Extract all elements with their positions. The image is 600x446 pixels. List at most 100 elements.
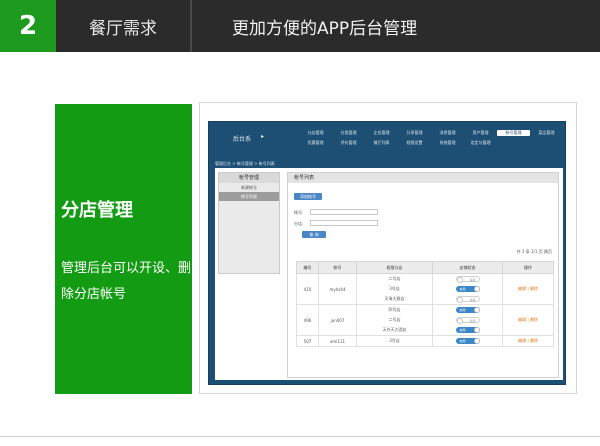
section-title: 餐厅需求 bbox=[89, 18, 157, 39]
cell-status: 启用 停用 启用 bbox=[432, 304, 503, 336]
column-header-actions[interactable]: 操作 bbox=[502, 261, 554, 274]
toggle-label: 启用 bbox=[459, 287, 466, 291]
status-line: 停用 bbox=[433, 315, 502, 325]
edit-link[interactable]: 编辑 bbox=[518, 317, 526, 322]
nav-item[interactable]: 消息管理 bbox=[431, 130, 464, 136]
section-number: 2 bbox=[0, 0, 56, 52]
cell-account: myhsit4 bbox=[318, 273, 357, 305]
nav-item[interactable]: 用户管理 bbox=[464, 130, 497, 136]
nav-item[interactable]: 帐号管理 bbox=[497, 130, 530, 136]
toggle-knob bbox=[473, 327, 480, 333]
status-line: 停用 bbox=[433, 274, 502, 284]
sidebar: 帐号管理 新建帐号 帐号列表 bbox=[218, 172, 280, 274]
cell-account: jun007 bbox=[318, 304, 357, 336]
add-account-button[interactable]: 添加帐号 bbox=[294, 193, 322, 200]
cell-id: 410 bbox=[296, 273, 319, 305]
status-line: 启用 bbox=[433, 336, 502, 346]
section-subtitle: 更加方便的APP后台管理 bbox=[232, 18, 418, 39]
accounts-table: 编号 帐号 权限分店 店铺状态 操作 410 myhsit4 二号店 3号店 天海大厨店… bbox=[296, 261, 554, 347]
status-toggle[interactable]: 启用 bbox=[455, 327, 480, 333]
sidebar-title: 帐号管理 bbox=[219, 173, 279, 183]
account-field[interactable] bbox=[310, 209, 378, 215]
sidebar-item-account-list[interactable]: 帐号列表 bbox=[219, 192, 279, 201]
toggle-knob bbox=[473, 286, 480, 292]
status-toggle[interactable]: 启用 bbox=[455, 307, 480, 313]
status-toggle[interactable]: 启用 bbox=[455, 338, 480, 344]
account-field-label: 帐号: bbox=[294, 210, 304, 215]
pagination[interactable]: 共 3 条 1/1 页 跳页 bbox=[517, 249, 552, 255]
sidebar-item-new-account[interactable]: 新建帐号 bbox=[219, 183, 279, 192]
perm-branch: 二号店 bbox=[388, 276, 401, 281]
status-line: 启用 bbox=[433, 284, 502, 294]
cell-status: 停用 启用 停用 bbox=[432, 273, 503, 305]
toggle-label: 启用 bbox=[459, 308, 466, 312]
cell-status: 启用 bbox=[432, 335, 503, 347]
nav-item[interactable]: 分店管理 bbox=[299, 130, 332, 136]
main-title: 帐号列表 bbox=[288, 173, 558, 183]
status-toggle[interactable]: 停用 bbox=[455, 296, 480, 303]
toggle-label: 停用 bbox=[469, 319, 476, 323]
edit-link[interactable]: 编辑 bbox=[518, 338, 526, 343]
delete-link[interactable]: 删除 bbox=[530, 317, 538, 322]
screenshot-frame: 后台系 ▸ 分店管理 分类管理 企业管理 分享管理 消息管理 用户管理 帐号管理 菜品管理 优惠… bbox=[199, 102, 577, 394]
edit-link[interactable]: 编辑 bbox=[518, 286, 526, 291]
toggle-knob bbox=[456, 297, 463, 303]
cell-actions: 编辑 | 删除 bbox=[502, 335, 554, 347]
branch-field-label: 分店: bbox=[294, 221, 304, 226]
delete-link[interactable]: 删除 bbox=[530, 338, 538, 343]
cell-account: ami111 bbox=[318, 335, 357, 347]
toggle-knob bbox=[456, 318, 463, 324]
admin-app: 后台系 ▸ 分店管理 分类管理 企业管理 分享管理 消息管理 用户管理 帐号管理 菜品管理 优惠… bbox=[208, 121, 566, 385]
table-row: 410 myhsit4 二号店 3号店 天海大厨店 停用 启用 停用 编辑 | 删除 bbox=[296, 273, 554, 305]
main-panel: 帐号列表 添加帐号 帐号: 分店: 查 询 共 3 条 1/1 页 跳页 编号 … bbox=[287, 172, 559, 378]
cell-actions: 编辑 | 删除 bbox=[502, 304, 554, 336]
toggle-knob bbox=[456, 277, 463, 283]
nav-item[interactable]: 分类管理 bbox=[332, 130, 365, 136]
feature-description: 管理后台可以开设、删除分店帐号 bbox=[61, 261, 192, 302]
status-toggle[interactable]: 停用 bbox=[455, 276, 480, 283]
nav-item[interactable]: 评价管理 bbox=[332, 140, 365, 146]
toggle-knob bbox=[473, 307, 480, 313]
content-area: 帐号管理 新建帐号 帐号列表 帐号列表 添加帐号 帐号: 分店: 查 询 共 3… bbox=[215, 168, 563, 380]
nav-item[interactable]: 企业管理 bbox=[365, 130, 398, 136]
perm-branch: 天外天大酒店 bbox=[382, 327, 407, 332]
status-line: 启用 bbox=[433, 305, 502, 315]
table-row: 496 jun007 四号店 二号店 天外天大酒店 启用 停用 启用 编辑 | 删除 bbox=[296, 304, 554, 336]
nav-item[interactable]: 设定与管理 bbox=[464, 140, 497, 146]
nav-item[interactable]: 系统管理 bbox=[431, 140, 464, 146]
bottom-divider bbox=[0, 436, 600, 437]
cell-perms: 3号店 bbox=[356, 335, 433, 347]
status-line: 启用 bbox=[433, 325, 502, 335]
branch-field[interactable] bbox=[310, 220, 378, 226]
delete-link[interactable]: 删除 bbox=[530, 286, 538, 291]
perm-branch: 3号店 bbox=[389, 338, 400, 343]
cell-id: 507 bbox=[296, 335, 319, 347]
status-line: 停用 bbox=[433, 294, 502, 304]
column-header-perms[interactable]: 权限分店 bbox=[356, 261, 433, 274]
header-bar: 2 餐厅需求 更加方便的APP后台管理 bbox=[0, 0, 600, 52]
nav-item[interactable]: 菜品管理 bbox=[530, 130, 563, 136]
feature-panel: 分店管理 管理后台可以开设、删除分店帐号 bbox=[55, 104, 192, 394]
search-button[interactable]: 查 询 bbox=[302, 231, 326, 238]
toggle-knob bbox=[473, 338, 480, 344]
feature-title: 分店管理 bbox=[61, 200, 133, 221]
nav-item[interactable]: 优惠管理 bbox=[299, 140, 332, 146]
column-header-status[interactable]: 店铺状态 bbox=[432, 261, 503, 274]
top-nav: 分店管理 分类管理 企业管理 分享管理 消息管理 用户管理 帐号管理 菜品管理优惠管理 评价管理… bbox=[299, 130, 563, 146]
table-row: 507 ami111 3号店 启用 编辑 | 删除 bbox=[296, 335, 554, 347]
perm-branch: 四号店 bbox=[388, 307, 401, 312]
toggle-label: 停用 bbox=[469, 278, 476, 282]
breadcrumb: 管理后台 > 帐号管理 > 帐号列表 bbox=[215, 161, 275, 166]
nav-item[interactable]: 分享管理 bbox=[398, 130, 431, 136]
column-header-account[interactable]: 帐号 bbox=[318, 261, 357, 274]
logo-arrow-icon: ▸ bbox=[261, 133, 265, 140]
cell-actions: 编辑 | 删除 bbox=[502, 273, 554, 305]
status-toggle[interactable]: 启用 bbox=[455, 286, 480, 292]
cell-perms: 二号店 3号店 天海大厨店 bbox=[356, 273, 433, 305]
cell-id: 496 bbox=[296, 304, 319, 336]
column-header-id[interactable]: 编号 bbox=[296, 261, 319, 274]
perm-branch: 3号店 bbox=[389, 286, 400, 291]
nav-item[interactable]: 权限设置 bbox=[398, 140, 431, 146]
status-toggle[interactable]: 停用 bbox=[455, 317, 480, 324]
nav-item[interactable]: 餐厅列表 bbox=[365, 140, 398, 146]
